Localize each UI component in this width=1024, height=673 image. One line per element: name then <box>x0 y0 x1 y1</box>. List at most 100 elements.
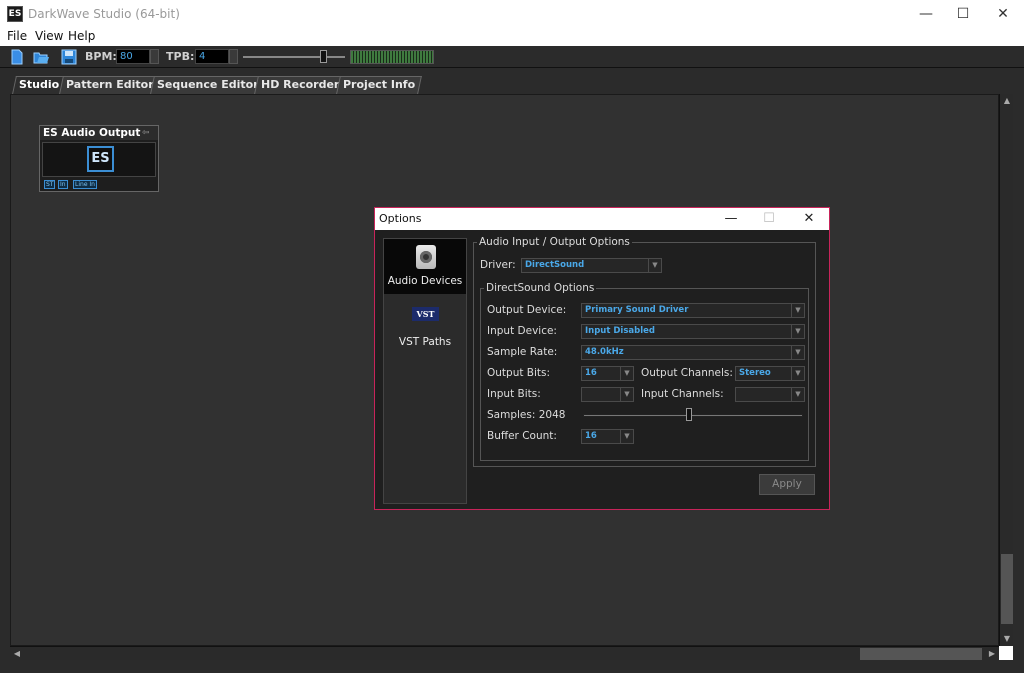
samples-slider[interactable] <box>583 414 803 417</box>
samples-slider-thumb[interactable] <box>686 408 692 421</box>
speaker-icon <box>416 245 436 269</box>
output-channels-select[interactable]: Stereo ▼ <box>735 366 805 381</box>
output-bits-label: Output Bits: <box>487 367 551 379</box>
buffer-count-label: Buffer Count: <box>487 430 557 442</box>
input-channels-select[interactable]: ▼ <box>735 387 805 402</box>
output-device-select[interactable]: Primary Sound Driver ▼ <box>581 303 805 318</box>
output-bits-select[interactable]: 16 ▼ <box>581 366 634 381</box>
input-channels-label: Input Channels: <box>641 388 724 400</box>
bpm-spinner[interactable] <box>150 49 159 64</box>
menu-file[interactable]: File <box>7 29 27 43</box>
tab-pattern-editor[interactable]: Pattern Editor <box>59 76 161 94</box>
scroll-right-icon[interactable]: ▶ <box>985 647 999 661</box>
frame-bottom <box>0 660 1024 673</box>
app-logo-icon: ES <box>7 6 23 22</box>
open-folder-icon[interactable] <box>33 49 49 65</box>
port-in[interactable]: In <box>58 180 68 189</box>
nav-vst-paths-label: VST Paths <box>398 336 452 348</box>
chevron-down-icon: ▼ <box>791 325 804 338</box>
output-device-value: Primary Sound Driver <box>585 305 689 315</box>
apply-button[interactable]: Apply <box>759 474 815 495</box>
chevron-down-icon: ▼ <box>648 259 661 272</box>
input-device-value: Input Disabled <box>585 326 655 336</box>
chevron-down-icon: ▼ <box>620 388 633 401</box>
driver-select[interactable]: DirectSound ▼ <box>521 258 662 273</box>
output-device-label: Output Device: <box>487 304 567 316</box>
nav-audio-devices-label: Audio Devices <box>387 275 463 287</box>
frame-left <box>0 94 10 660</box>
bpm-input[interactable]: 80 <box>116 49 150 64</box>
dialog-minimize-button[interactable]: — <box>713 208 749 230</box>
samples-label: Samples: 2048 <box>487 409 566 421</box>
scroll-left-icon[interactable]: ◀ <box>10 647 24 661</box>
input-bits-select[interactable]: ▼ <box>581 387 634 402</box>
menu-view[interactable]: View <box>35 29 63 43</box>
menu-help[interactable]: Help <box>68 29 95 43</box>
scroll-down-icon[interactable]: ▼ <box>1000 632 1014 646</box>
window-title: DarkWave Studio (64-bit) <box>28 7 180 21</box>
driver-label: Driver: <box>480 259 516 271</box>
vu-meter <box>350 50 434 64</box>
dialog-titlebar: Options — ☐ ✕ <box>375 208 829 230</box>
input-device-label: Input Device: <box>487 325 557 337</box>
port-line-in[interactable]: Line In <box>73 180 97 189</box>
maximize-button[interactable]: ☐ <box>943 0 983 28</box>
port-st[interactable]: ST <box>44 180 56 189</box>
audio-io-group-label: Audio Input / Output Options <box>477 236 632 248</box>
sample-rate-label: Sample Rate: <box>487 346 558 358</box>
dialog-maximize-button: ☐ <box>763 211 775 226</box>
tab-strip: Studio Pattern Editor Sequence Editor HD… <box>0 68 1024 94</box>
sample-rate-select[interactable]: 48.0kHz ▼ <box>581 345 805 360</box>
horizontal-scroll-thumb[interactable] <box>860 648 982 660</box>
nav-audio-devices[interactable]: Audio Devices <box>384 239 466 294</box>
chevron-down-icon: ▼ <box>620 367 633 380</box>
tab-studio[interactable]: Studio <box>12 76 67 94</box>
dialog-close-button[interactable]: ✕ <box>791 208 827 230</box>
tab-hd-recorder[interactable]: HD Recorder <box>254 76 347 94</box>
master-volume-thumb[interactable] <box>320 50 327 63</box>
vertical-scrollbar[interactable]: ▲ ▼ <box>999 94 1013 646</box>
scroll-up-icon[interactable]: ▲ <box>1000 94 1014 108</box>
horizontal-scrollbar[interactable]: ◀ ▶ <box>10 646 999 660</box>
minimize-button[interactable]: — <box>906 0 946 28</box>
buffer-count-value: 16 <box>585 431 597 441</box>
dialog-title: Options <box>379 212 422 225</box>
directsound-group-label: DirectSound Options <box>484 282 597 294</box>
toolbar: BPM: 80 TPB: 4 <box>0 46 1024 68</box>
save-icon[interactable] <box>61 49 77 65</box>
buffer-count-select[interactable]: 16 ▼ <box>581 429 634 444</box>
module-title: ES Audio Output <box>40 126 158 140</box>
close-button[interactable]: ✕ <box>983 0 1023 28</box>
bpm-label: BPM: <box>85 50 117 63</box>
output-channels-value: Stereo <box>739 368 771 378</box>
input-bits-label: Input Bits: <box>487 388 541 400</box>
output-channels-label: Output Channels: <box>641 367 733 379</box>
window-titlebar: ES DarkWave Studio (64-bit) — ☐ ✕ <box>0 0 1024 28</box>
tpb-spinner[interactable] <box>229 49 238 64</box>
master-volume-slider[interactable] <box>243 56 345 58</box>
module-body: ES <box>42 142 156 177</box>
es-audio-output-module[interactable]: ES Audio Output ⇦ ES ST In Line In <box>39 125 159 192</box>
module-pin-icon[interactable]: ⇦ <box>142 128 156 138</box>
options-nav: Audio Devices VST VST Paths <box>383 238 467 504</box>
tpb-label: TPB: <box>166 50 195 63</box>
sample-rate-value: 48.0kHz <box>585 347 624 357</box>
vst-logo-icon: VST <box>412 307 439 321</box>
vertical-scroll-thumb[interactable] <box>1001 554 1013 624</box>
input-device-select[interactable]: Input Disabled ▼ <box>581 324 805 339</box>
chevron-down-icon: ▼ <box>620 430 633 443</box>
tab-project-info[interactable]: Project Info <box>336 76 423 94</box>
chevron-down-icon: ▼ <box>791 388 804 401</box>
nav-vst-paths[interactable]: VST VST Paths <box>384 301 466 348</box>
menu-bar: File View Help <box>0 28 1024 46</box>
tpb-input[interactable]: 4 <box>195 49 229 64</box>
chevron-down-icon: ▼ <box>791 346 804 359</box>
es-logo-icon: ES <box>87 146 114 172</box>
tab-sequence-editor[interactable]: Sequence Editor <box>150 76 266 94</box>
frame-right <box>1013 94 1024 660</box>
output-bits-value: 16 <box>585 368 597 378</box>
chevron-down-icon: ▼ <box>791 367 804 380</box>
driver-value: DirectSound <box>525 260 585 270</box>
chevron-down-icon: ▼ <box>791 304 804 317</box>
new-file-icon[interactable] <box>9 49 25 65</box>
